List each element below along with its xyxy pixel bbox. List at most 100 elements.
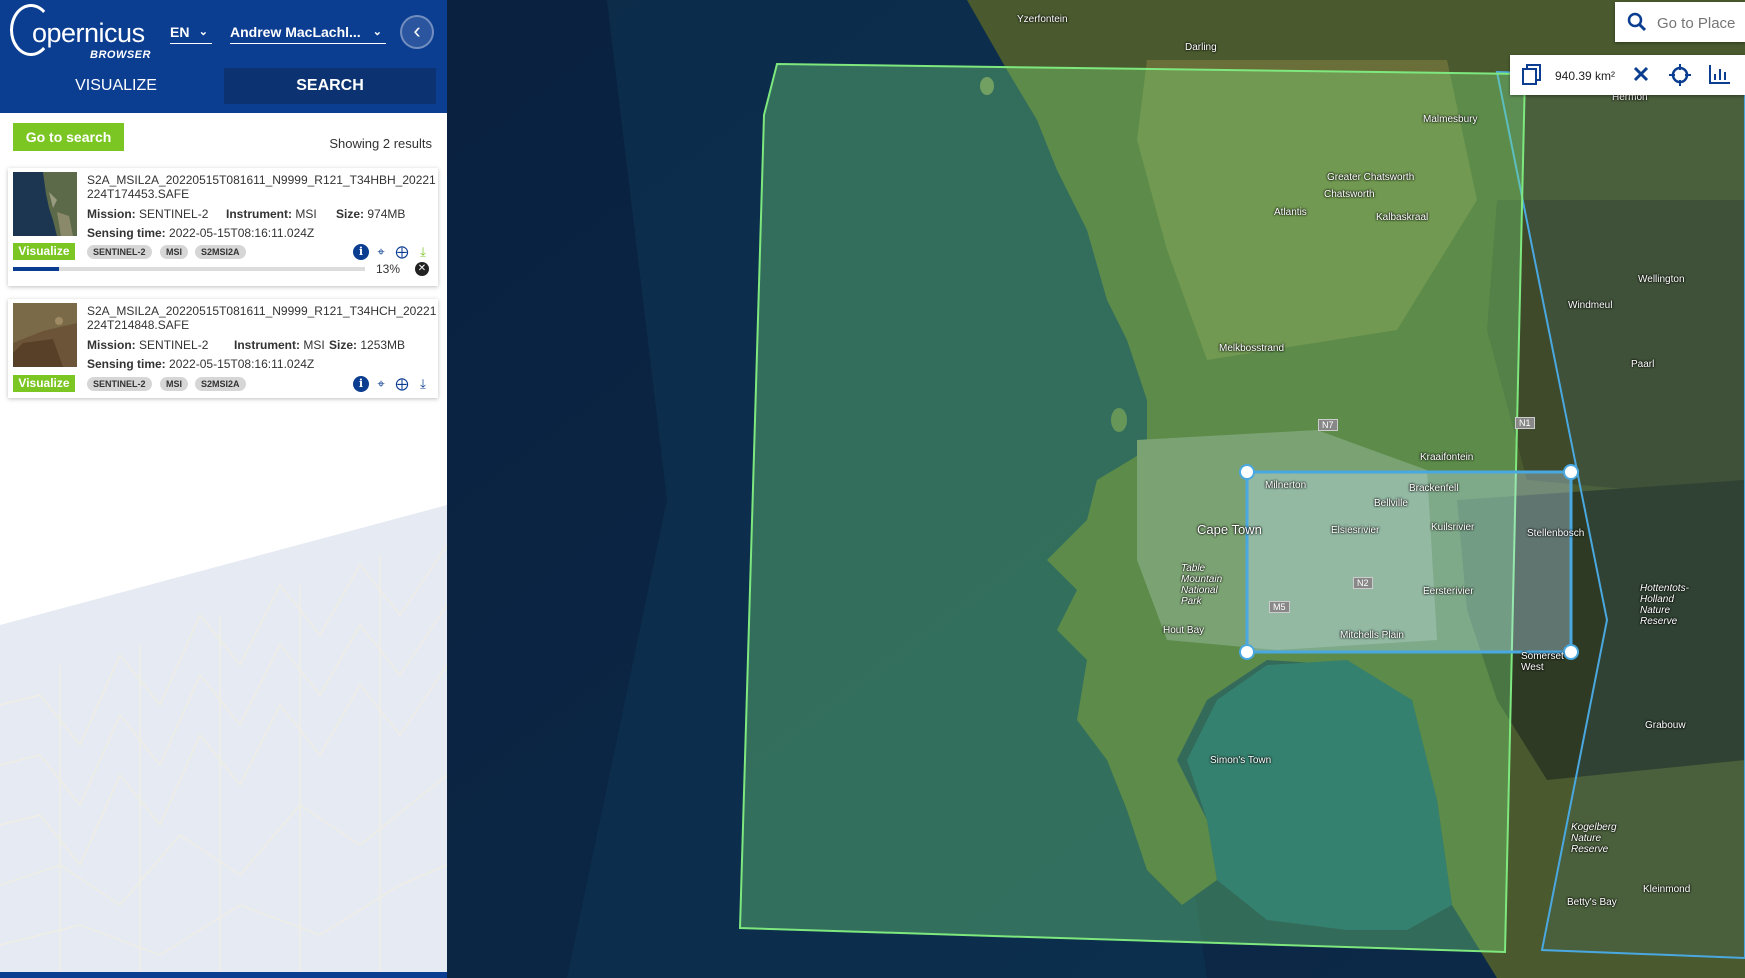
chevron-left-icon: ‹	[413, 18, 421, 43]
tag-instrument: MSI	[160, 377, 189, 391]
size-value: 1253MB	[360, 338, 406, 352]
search-icon	[1627, 12, 1647, 32]
mission-label: Mission:	[87, 338, 136, 352]
logo-subtitle: BROWSER	[90, 49, 151, 61]
language-value: EN	[170, 24, 190, 40]
mission-label: Mission:	[87, 207, 136, 221]
crosshair-icon[interactable]: ⌖	[373, 376, 389, 392]
map-label: Simon's Town	[1210, 755, 1272, 766]
map-label: Eersterivier	[1423, 586, 1474, 597]
map-label: Windmeul	[1568, 300, 1613, 311]
road-shield: N7	[1318, 419, 1338, 431]
aoi-handle[interactable]	[1563, 464, 1579, 480]
sensing-time-label: Sensing time:	[87, 226, 166, 240]
map-label: Yzerfontein	[1017, 14, 1068, 25]
chart-icon[interactable]	[1709, 64, 1731, 84]
crosshair-icon[interactable]: ⌖	[373, 244, 389, 260]
mission-field: Mission: SENTINEL-2	[87, 207, 208, 221]
mission-field: Mission: SENTINEL-2	[87, 338, 208, 352]
instrument-value: MSI	[295, 207, 317, 221]
result-filename: S2A_MSIL2A_20220515T081611_N9999_R121_T3…	[87, 173, 436, 201]
aoi-area-value: 940.39 km²	[1555, 69, 1616, 83]
user-name: Andrew MacLachl...	[230, 24, 361, 40]
map-label: Betty's Bay	[1567, 897, 1617, 908]
sensing-time-value: 2022-05-15T08:16:11.024Z	[169, 357, 315, 371]
size-label: Size:	[329, 338, 358, 352]
aoi-handle[interactable]	[1239, 464, 1255, 480]
map-label: Paarl	[1631, 359, 1655, 370]
decorative-background	[0, 505, 447, 975]
user-menu[interactable]: Andrew MacLachl... ⌄	[230, 24, 386, 44]
download-progress-fill	[13, 267, 59, 271]
go-to-search-button[interactable]: Go to search	[13, 123, 124, 151]
sensing-time-field: Sensing time: 2022-05-15T08:16:11.024Z	[87, 226, 314, 240]
tab-search[interactable]: SEARCH	[224, 68, 436, 104]
mission-value: SENTINEL-2	[139, 338, 209, 352]
tag-mission: SENTINEL-2	[87, 245, 152, 259]
map-label: Kuilsrivier	[1431, 522, 1475, 533]
language-select[interactable]: EN ⌄	[170, 24, 212, 44]
add-to-cart-icon[interactable]: ⨁	[394, 376, 410, 392]
size-field: Size: 974MB	[336, 207, 405, 221]
instrument-value: MSI	[303, 338, 325, 352]
satellite-imagery	[447, 0, 1745, 978]
header: opernicus BROWSER EN ⌄ Andrew MacLachl..…	[0, 0, 447, 113]
tag-product-type: S2MSI2A	[195, 245, 246, 259]
map-label: Darling	[1185, 42, 1217, 53]
result-card: S2A_MSIL2A_20220515T081611_N9999_R121_T3…	[8, 168, 438, 286]
result-thumbnail[interactable]	[13, 172, 77, 236]
copernicus-logo: opernicus BROWSER	[10, 4, 155, 62]
download-icon[interactable]: ⤓	[415, 244, 431, 260]
download-icon[interactable]: ⤓	[415, 376, 431, 392]
map-label: Hout Bay	[1163, 625, 1205, 636]
sensing-time-value: 2022-05-15T08:16:11.024Z	[169, 226, 315, 240]
map-label: Wellington	[1638, 274, 1685, 285]
result-thumbnail[interactable]	[13, 303, 77, 367]
road-shield: M5	[1269, 601, 1290, 613]
aoi-handle[interactable]	[1239, 644, 1255, 660]
map-label: Kalbaskraal	[1376, 212, 1429, 223]
collapse-sidebar-button[interactable]: ‹	[400, 15, 434, 49]
aoi-handle[interactable]	[1563, 644, 1579, 660]
logo-text: opernicus	[32, 18, 145, 48]
close-icon[interactable]	[1633, 66, 1649, 82]
download-progress-bar	[13, 267, 365, 271]
road-shield: N2	[1353, 577, 1373, 589]
map-label: Bellville	[1374, 498, 1408, 509]
map-label: Grabouw	[1645, 720, 1686, 731]
map-label: Stellenbosch	[1527, 528, 1585, 539]
result-filename: S2A_MSIL2A_20220515T081611_N9999_R121_T3…	[87, 304, 437, 332]
map-label: Malmesbury	[1423, 114, 1478, 125]
tab-visualize[interactable]: VISUALIZE	[10, 68, 222, 104]
visualize-button[interactable]: Visualize	[13, 375, 75, 392]
map-label: Table Mountain National Park	[1181, 563, 1223, 607]
map-label: Hottentots-Holland Nature Reserve	[1640, 583, 1689, 627]
tag-instrument: MSI	[160, 245, 189, 259]
visualize-button[interactable]: Visualize	[13, 243, 75, 260]
sensing-time-label: Sensing time:	[87, 357, 166, 371]
chevron-down-icon: ⌄	[198, 26, 208, 38]
map-label: Greater Chatsworth	[1327, 172, 1415, 183]
size-field: Size: 1253MB	[329, 338, 405, 352]
search-input[interactable]	[1655, 12, 1745, 34]
cancel-download-icon[interactable]: ✕	[415, 262, 429, 276]
add-to-cart-icon[interactable]: ⨁	[394, 244, 410, 260]
results-count: Showing 2 results	[329, 136, 432, 151]
crosshair-icon[interactable]	[1669, 64, 1691, 86]
map-canvas[interactable]: Yzerfontein Darling Malmesbury Greater C…	[447, 0, 1745, 978]
size-value: 974MB	[367, 207, 406, 221]
map-label: Somerset West	[1521, 651, 1564, 673]
map-label: Melkbosstrand	[1219, 343, 1285, 354]
instrument-label: Instrument:	[226, 207, 292, 221]
map-label: Milnerton	[1265, 480, 1307, 491]
map-label: Brackenfell	[1409, 483, 1459, 494]
copy-icon[interactable]	[1522, 64, 1542, 86]
info-icon[interactable]: i	[353, 244, 369, 260]
sidebar: opernicus BROWSER EN ⌄ Andrew MacLachl..…	[0, 0, 447, 978]
road-shield: N1	[1515, 417, 1535, 429]
mission-value: SENTINEL-2	[139, 207, 209, 221]
map-label: Elsiesrivier	[1331, 525, 1380, 536]
map-label: Kleinmond	[1643, 884, 1691, 895]
info-icon[interactable]: i	[353, 376, 369, 392]
map-label: Atlantis	[1274, 207, 1307, 218]
